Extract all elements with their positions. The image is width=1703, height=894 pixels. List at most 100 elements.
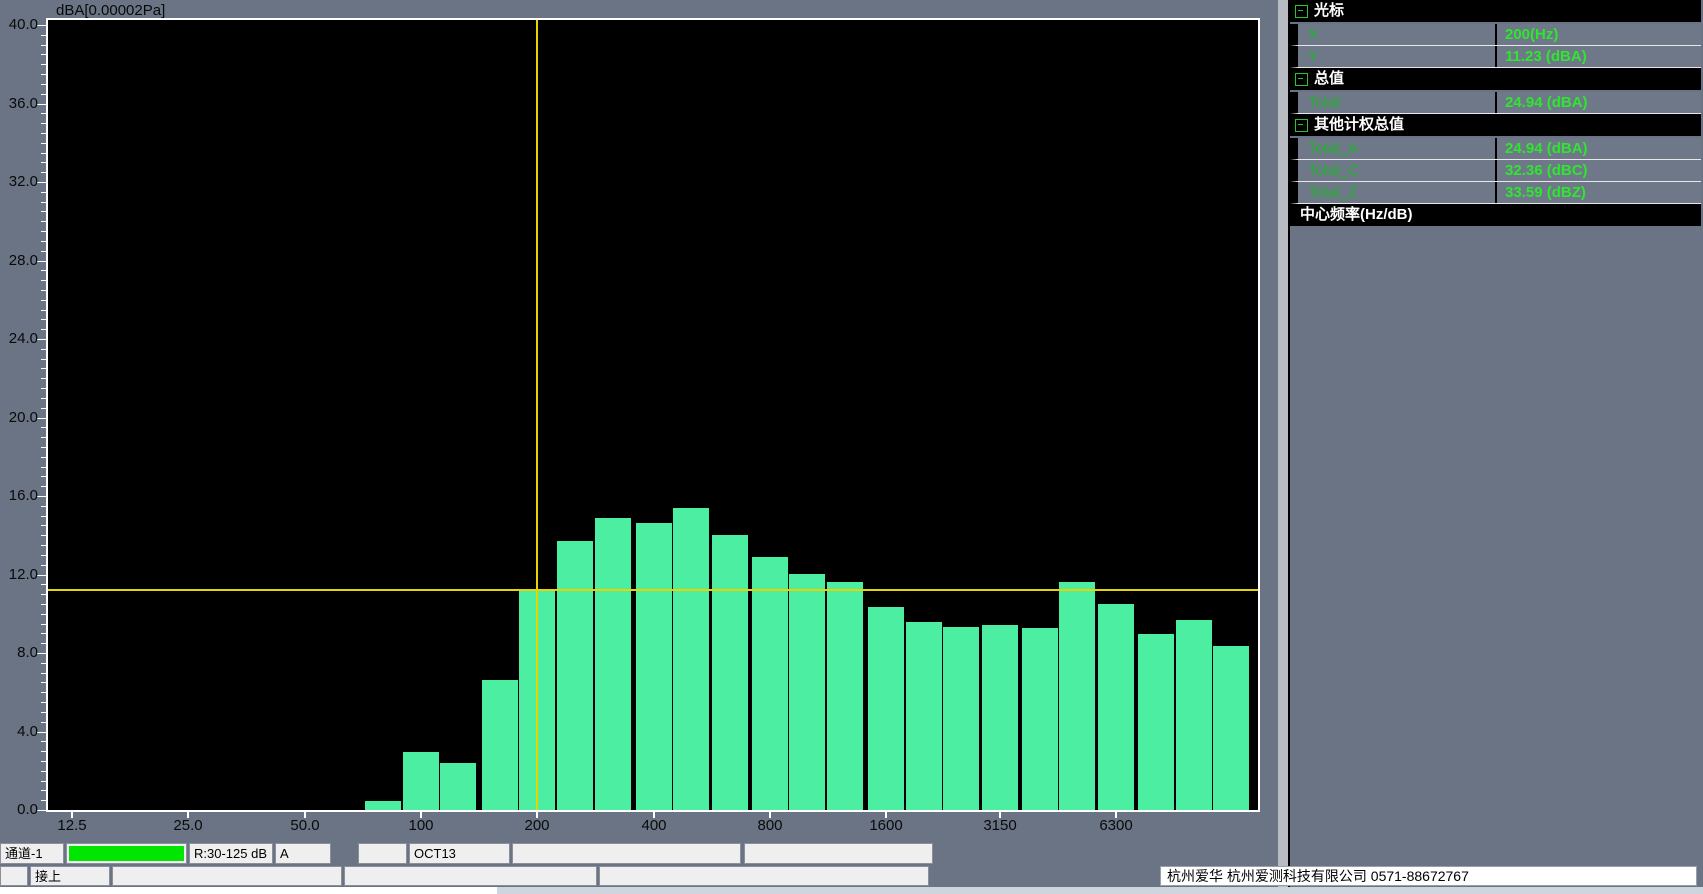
freq-band-bar[interactable] [1213, 646, 1249, 810]
y-axis-tick [41, 153, 46, 154]
status-cell [358, 843, 407, 864]
panel-section-header[interactable]: 其他计权总值 [1290, 114, 1701, 136]
status-cell [66, 843, 187, 864]
freq-band-bar[interactable] [673, 508, 709, 810]
y-axis-label: 40.0 [0, 16, 38, 34]
panel-row: X200(Hz) [1290, 24, 1701, 46]
y-axis-tick [41, 300, 46, 301]
y-axis-tick [41, 545, 46, 546]
y-axis-tick [41, 290, 46, 291]
panel-splitter[interactable] [1278, 0, 1288, 894]
freq-band-bar[interactable] [636, 523, 672, 810]
panel-row-value: 33.59 (dBZ) [1495, 182, 1695, 203]
y-axis-label: 20.0 [0, 409, 38, 427]
y-axis-tick [41, 712, 46, 713]
panel-row-label: Total_A [1308, 138, 1358, 159]
y-axis-tick [41, 604, 46, 605]
freq-band-bar[interactable] [789, 574, 825, 810]
panel-row-label: Total [1308, 92, 1340, 113]
freq-band-bar[interactable] [1059, 582, 1095, 810]
freq-band-bar[interactable] [752, 557, 788, 810]
y-axis-tick [41, 761, 46, 762]
y-axis-tick [41, 172, 46, 173]
y-axis-tick [41, 202, 46, 203]
x-axis-label: 25.0 [153, 817, 223, 834]
status-cell-weighting: A [275, 843, 331, 864]
y-axis-label: 24.0 [0, 330, 38, 348]
y-axis-tick [41, 555, 46, 556]
values-panel: 光标X200(Hz)Y11.23 (dBA)总值Total24.94 (dBA)… [1288, 0, 1701, 894]
freq-band-bar[interactable] [943, 627, 979, 810]
freq-band-bar[interactable] [868, 607, 904, 810]
cursor-vertical-line[interactable] [536, 20, 538, 810]
collapse-icon[interactable] [1295, 73, 1308, 86]
collapse-icon[interactable] [1295, 119, 1308, 132]
freq-band-bar[interactable] [440, 763, 476, 810]
y-axis-tick [41, 781, 46, 782]
panel-section-header[interactable]: 中心频率(Hz/dB) [1290, 204, 1701, 226]
freq-band-bar[interactable] [403, 752, 439, 810]
status-cell-range: R:30-125 dB [189, 843, 273, 864]
panel-row-value: 11.23 (dBA) [1495, 46, 1695, 67]
cursor-horizontal-line[interactable] [48, 589, 1258, 591]
level-meter-bar [69, 846, 184, 861]
freq-band-bar[interactable] [827, 582, 863, 810]
x-axis-label: 12.5 [37, 817, 107, 834]
y-axis-tick [41, 162, 46, 163]
panel-row-label: Total_Z [1308, 182, 1357, 203]
chart-title: dBA[0.00002Pa] [56, 2, 165, 19]
y-axis-tick [41, 565, 46, 566]
y-axis-label: 36.0 [0, 95, 38, 113]
y-axis-tick [41, 535, 46, 536]
y-axis-tick [37, 339, 46, 340]
panel-row: Total24.94 (dBA) [1290, 92, 1701, 114]
y-axis-tick [41, 221, 46, 222]
freq-band-bar[interactable] [482, 680, 518, 810]
freq-band-bar[interactable] [982, 625, 1018, 810]
y-axis-tick [41, 408, 46, 409]
freq-band-bar[interactable] [1176, 620, 1212, 810]
freq-band-bar[interactable] [1098, 604, 1134, 810]
y-axis-tick [41, 231, 46, 232]
freq-band-bar[interactable] [1138, 634, 1174, 810]
freq-band-bar[interactable] [712, 535, 748, 810]
y-axis-tick [41, 378, 46, 379]
panel-row-value: 24.94 (dBA) [1495, 138, 1695, 159]
freq-band-bar[interactable] [557, 541, 593, 810]
y-axis-tick [41, 467, 46, 468]
x-axis-label: 6300 [1081, 817, 1151, 834]
x-axis-label: 3150 [965, 817, 1035, 834]
x-axis-label: 400 [619, 817, 689, 834]
panel-row: Total_Z 33.59 (dBZ) [1290, 182, 1701, 204]
y-axis-tick [41, 251, 46, 252]
y-axis-tick [41, 447, 46, 448]
y-axis-tick [41, 359, 46, 360]
y-axis-tick [41, 771, 46, 772]
y-axis-label: 12.0 [0, 566, 38, 584]
y-axis-tick [41, 633, 46, 634]
y-axis-tick [41, 702, 46, 703]
panel-row-label: Total_C [1308, 160, 1359, 181]
status-cell [112, 866, 342, 886]
x-axis-label: 1600 [851, 817, 921, 834]
freq-band-bar[interactable] [1022, 628, 1058, 810]
y-axis-tick [41, 584, 46, 585]
y-axis-tick [37, 496, 46, 497]
y-axis-tick [41, 682, 46, 683]
y-axis-tick [41, 722, 46, 723]
panel-section-header[interactable]: 总值 [1290, 68, 1701, 90]
y-axis-tick [41, 94, 46, 95]
y-axis-tick [41, 663, 46, 664]
y-axis-tick [41, 74, 46, 75]
freq-band-bar[interactable] [906, 622, 942, 810]
y-axis-tick [41, 525, 46, 526]
freq-band-bar[interactable] [595, 518, 631, 810]
y-axis-tick [41, 594, 46, 595]
collapse-icon[interactable] [1295, 5, 1308, 18]
freq-band-bar[interactable] [365, 801, 401, 810]
plot-area[interactable] [46, 18, 1260, 812]
y-axis-tick [41, 741, 46, 742]
status-cell-mode: OCT13 [409, 843, 510, 864]
y-axis-tick [41, 751, 46, 752]
panel-section-header[interactable]: 光标 [1290, 0, 1701, 22]
